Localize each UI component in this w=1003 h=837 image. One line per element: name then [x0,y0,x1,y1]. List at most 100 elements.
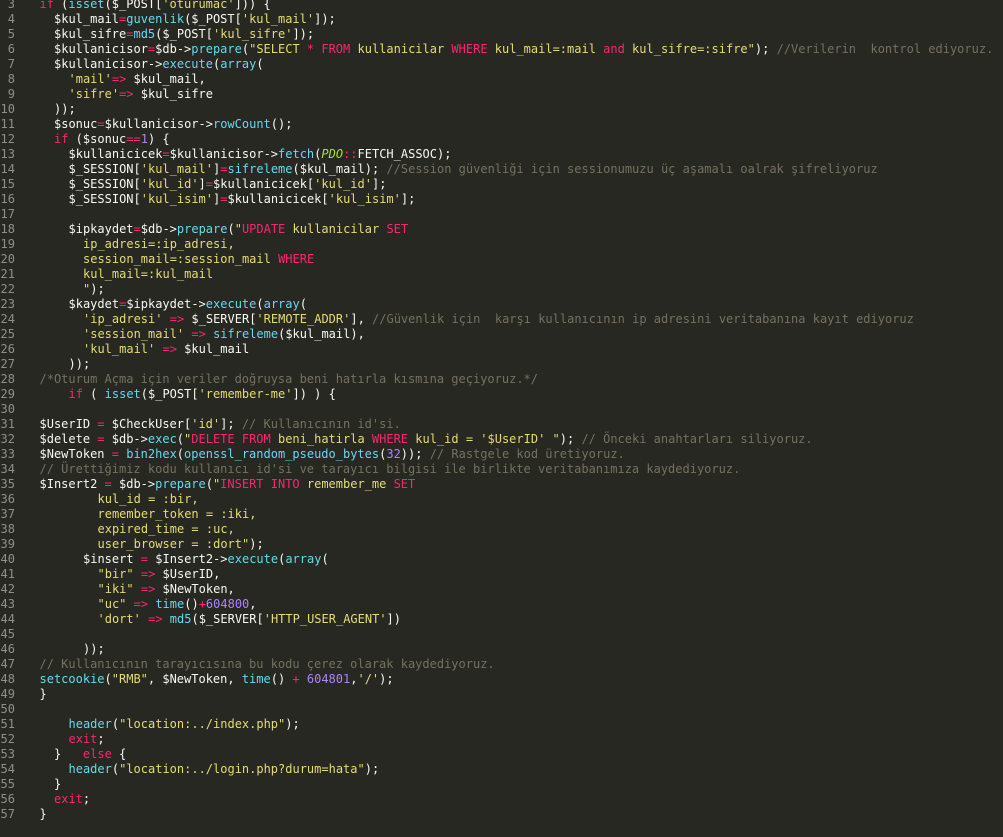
code-text: $kaydet=$ipkaydet->execute(array( [69,297,307,312]
code-line[interactable]: 25 'session_mail' => sifreleme($kul_mail)… [0,327,1003,342]
code-line[interactable]: 37 remember_token = :iki, [0,507,1003,522]
code-token: ]) ) { [292,387,336,401]
code-token: => [169,312,185,326]
code-line[interactable]: 31 $UserID = $CheckUser['id']; // Kullanı… [0,417,1003,432]
code-text: kul_mail=:kul_mail [83,267,213,282]
code-token: == [126,132,141,146]
code-line[interactable]: 27)); [0,357,1003,372]
code-line[interactable]: 12 if ($sonuc==1) { [0,132,1003,147]
code-token: 'kul_mail' [241,12,315,26]
code-text: "); [83,282,105,297]
code-line[interactable]: 18 $ipkaydet=$db->prepare("UPDATE kullani… [0,222,1003,237]
code-line[interactable]: 48 setcookie("RMB", $NewToken, time() + 6… [0,672,1003,687]
code-line[interactable]: 7 $kullanicisor->execute(array( [0,57,1003,72]
code-line[interactable]: 49} [0,687,1003,702]
code-line[interactable]: 53} else { [0,747,1003,762]
code-token: UPDATE [241,222,286,236]
code-line[interactable]: 26 'kul_mail' => $kul_mail [0,342,1003,357]
line-number: 29 [0,387,15,401]
code-line[interactable]: 19 ip_adresi=:ip_adresi, [0,237,1003,252]
code-line[interactable]: 17 [0,207,1003,222]
line-number: 12 [0,132,15,146]
code-token: , $NewToken, [147,672,242,686]
code-line[interactable]: 33 $NewToken = bin2hex(openssl_random_pse… [0,447,1003,462]
code-token: 'kul_mail' [140,162,213,176]
code-line[interactable]: 41 "bir" => $UserID, [0,567,1003,582]
code-line[interactable]: 23 $kaydet=$ipkaydet->execute(array( [0,297,1003,312]
code-line[interactable]: 6 $kullanicisor=$db->prepare("SELECT * FR… [0,42,1003,57]
code-line[interactable]: 35 $Insert2 = $db->prepare("INSERT INTO r… [0,477,1003,492]
code-token: md5 [169,612,192,626]
code-token: 'ip_adresi' [83,312,163,326]
code-token: 'kul_id' [140,177,199,191]
code-token: " [234,222,242,236]
code-line[interactable]: 14 $_SESSION['kul_mail']=sifreleme($kul_m… [0,162,1003,177]
code-token: :: [343,147,358,161]
line-number: 49 [0,687,15,701]
code-token: // Ürettiğimiz kodu kullanıcı id'si ve t… [39,462,741,476]
code-token: prepare [191,42,242,56]
code-token: = [97,417,105,431]
code-line[interactable]: 55} [0,777,1003,792]
code-line[interactable]: 56 exit; [0,792,1003,807]
line-number: 24 [0,312,15,326]
code-line[interactable]: 22 "); [0,282,1003,297]
code-line[interactable]: 16 $_SESSION['kul_isim']=$kullanicicek['k… [0,192,1003,207]
code-token: $kullanicicek[ [227,192,329,206]
code-token: prepare [176,222,228,236]
line-number: 54 [0,762,15,776]
code-token: $kul_mail [176,342,250,356]
code-line[interactable]: 52 exit; [0,732,1003,747]
code-line[interactable]: 54 header("location:../login.php?durum=ha… [0,762,1003,777]
code-line[interactable]: 10)); [0,102,1003,117]
code-token: } [54,747,83,761]
code-line[interactable]: 9 'sifre'=> $kul_sifre [0,87,1003,102]
code-line[interactable]: 51 header("location:../index.php"); [0,717,1003,732]
code-token: => [140,567,156,581]
code-line[interactable]: 8 'mail'=> $kul_mail, [0,72,1003,87]
code-line[interactable]: 36 kul_id = :bir, [0,492,1003,507]
code-token: ; [82,792,91,806]
code-line[interactable]: 39 user_browser = :dort"); [0,537,1003,552]
code-line[interactable]: 3 if (isset($_POST['oturumac'])) { [0,0,1003,12]
code-line[interactable]: 11 $sonuc=$kullanicisor->rowCount(); [0,117,1003,132]
code-editor[interactable]: 3 if (isset($_POST['oturumac'])) {4 $kul_m… [0,0,1003,837]
code-line[interactable]: 21 kul_mail=:kul_mail [0,267,1003,282]
code-line[interactable]: 57} [0,807,1003,822]
code-text: user_browser = :dort"); [98,537,264,552]
code-token: => [119,87,134,101]
code-line[interactable]: 34 // Ürettiğimiz kodu kullanıcı id'si ve… [0,462,1003,477]
code-token: => [191,327,206,341]
line-number: 10 [0,102,15,116]
code-line[interactable]: 38 expired_time = :uc, [0,522,1003,537]
code-line[interactable]: 42 "iki" => $NewToken, [0,582,1003,597]
line-number: 48 [0,672,15,686]
code-line[interactable]: 40 $insert = $Insert2->execute(array( [0,552,1003,567]
code-line[interactable]: 15 $_SESSION['kul_id']=$kullanicicek['kul… [0,177,1003,192]
code-line[interactable]: 28 /*Oturum Açma için veriler doğruysa be… [0,372,1003,387]
code-token: $kul_sifre [54,27,127,41]
code-line[interactable]: 20 session_mail=:session_mail WHERE [0,252,1003,267]
code-line[interactable]: 46)); [0,642,1003,657]
code-line[interactable]: 32 $delete = $db->exec("DELETE FROM beni_… [0,432,1003,447]
code-token: $insert [83,552,141,566]
code-token: PDO [321,147,344,161]
code-line[interactable]: 29 if ( isset($_POST['remember-me']) ) { [0,387,1003,402]
code-line[interactable]: 47 // Kullanıcının tarayıcısına bu kodu ç… [0,657,1003,672]
code-line[interactable]: 50 [0,702,1003,717]
code-line[interactable]: 45 [0,627,1003,642]
code-line[interactable]: 43 "uc" => time()+604800, [0,597,1003,612]
code-token: $ipkaydet [68,222,134,236]
code-line[interactable]: 13 $kullanicicek=$kullanicisor->fetch(PDO… [0,147,1003,162]
code-line[interactable]: 5 $kul_sifre=md5($_POST['kul_sifre']); [0,27,1003,42]
code-token: DELETE FROM [191,432,271,446]
code-line[interactable]: 24 'ip_adresi' => $_SERVER['REMOTE_ADDR']… [0,312,1003,327]
code-token: session_mail=:session_mail [83,252,279,266]
code-token: )); [83,642,105,656]
code-token: => [111,72,127,86]
code-token: 'kul_isim' [140,192,213,206]
code-line[interactable]: 4 $kul_mail=guvenlik($_POST['kul_mail']); [0,12,1003,27]
code-token: ]; [371,177,387,191]
code-line[interactable]: 30 [0,402,1003,417]
code-line[interactable]: 44 'dort' => md5($_SERVER['HTTP_USER_AGEN… [0,612,1003,627]
